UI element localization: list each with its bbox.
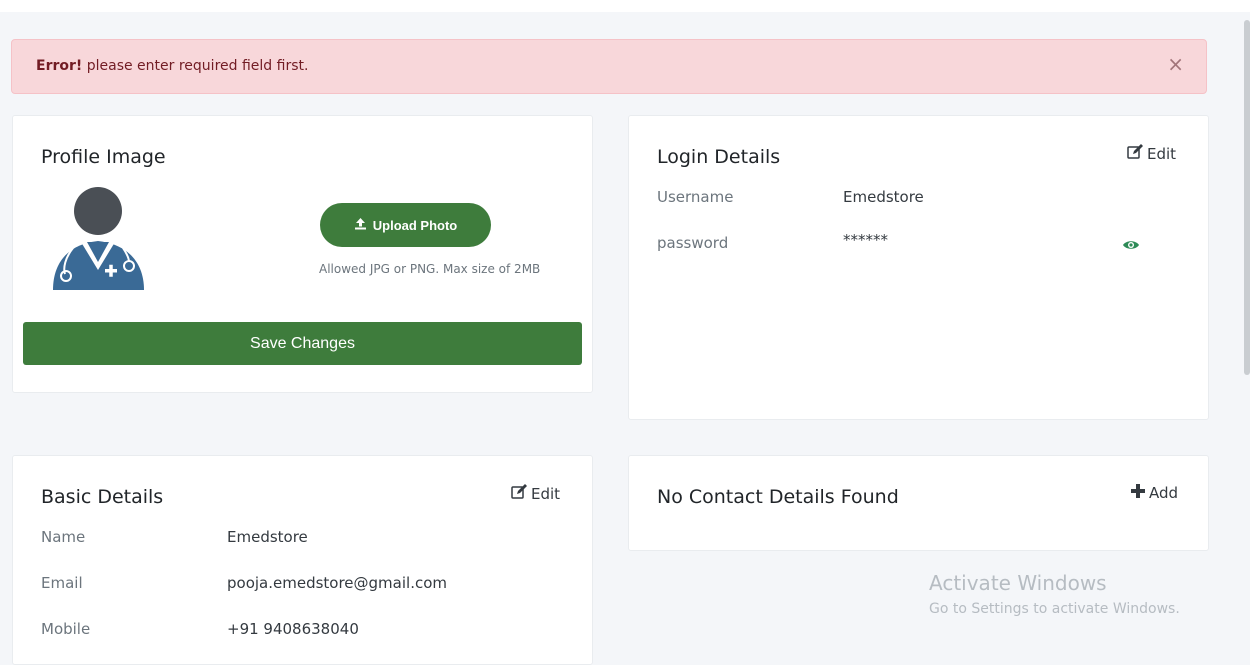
eye-icon[interactable] <box>1122 236 1140 255</box>
login-edit-button[interactable]: Edit <box>1127 144 1176 163</box>
mobile-label: Mobile <box>41 620 91 638</box>
upload-icon <box>354 217 367 233</box>
login-details-title: Login Details <box>657 146 781 168</box>
username-label: Username <box>657 188 734 206</box>
scrollbar[interactable] <box>1244 20 1250 375</box>
profile-image-card: Profile Image Upload Photo Allowed JPG o… <box>12 115 593 393</box>
name-label: Name <box>41 528 86 546</box>
plus-icon <box>1131 484 1145 502</box>
top-strip <box>0 0 1250 12</box>
edit-icon <box>1127 144 1143 163</box>
activate-windows-subtitle: Go to Settings to activate Windows. <box>929 601 1180 617</box>
login-edit-label: Edit <box>1147 144 1177 163</box>
email-label: Email <box>41 574 83 592</box>
alert-message: please enter required field first. <box>82 58 309 74</box>
profile-image-title: Profile Image <box>41 146 166 168</box>
doctor-avatar-icon <box>51 186 146 294</box>
login-details-card: Login Details Edit Username Emedstore pa… <box>628 115 1209 420</box>
alert-text: Error! please enter required field first… <box>36 58 308 74</box>
alert-close-button[interactable]: × <box>1167 54 1184 74</box>
email-value: pooja.emedstore@gmail.com <box>227 574 447 592</box>
username-value: Emedstore <box>843 188 924 206</box>
save-changes-button[interactable]: Save Changes <box>23 322 582 365</box>
edit-icon <box>511 484 527 503</box>
mobile-value: +91 9408638040 <box>227 620 359 638</box>
password-value: ****** <box>843 231 888 249</box>
contact-details-title: No Contact Details Found <box>657 486 899 508</box>
upload-hint: Allowed JPG or PNG. Max size of 2MB <box>319 262 541 276</box>
add-contact-button[interactable]: Add <box>1131 484 1178 502</box>
basic-details-title: Basic Details <box>41 486 164 508</box>
error-alert: Error! please enter required field first… <box>11 39 1207 94</box>
add-contact-label: Add <box>1149 484 1179 502</box>
upload-photo-button[interactable]: Upload Photo <box>320 203 491 247</box>
contact-details-card: No Contact Details Found Add <box>628 455 1209 551</box>
basic-edit-button[interactable]: Edit <box>511 484 560 503</box>
basic-edit-label: Edit <box>531 484 561 503</box>
activate-windows-title: Activate Windows <box>929 571 1107 595</box>
upload-photo-label: Upload Photo <box>372 217 458 233</box>
password-label: password <box>657 234 729 252</box>
name-value: Emedstore <box>227 528 308 546</box>
alert-strong: Error! <box>36 58 83 74</box>
basic-details-card: Basic Details Edit Name Emedstore Email … <box>12 455 593 665</box>
